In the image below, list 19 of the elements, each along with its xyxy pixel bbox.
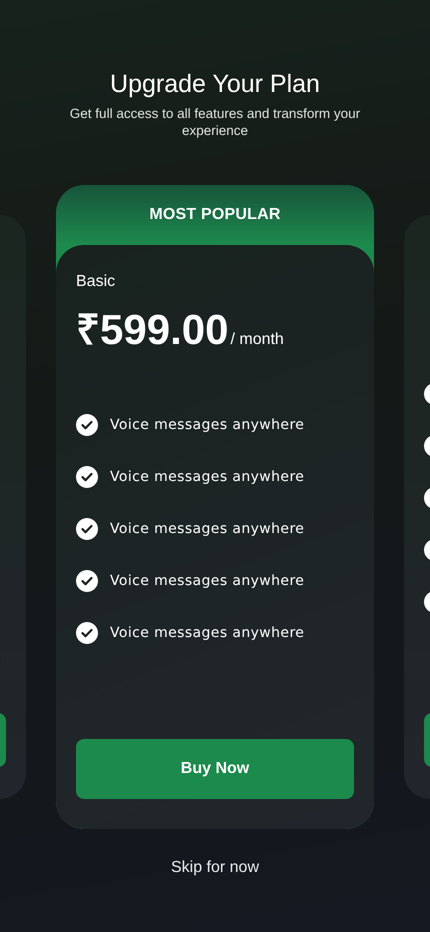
feature-text: Voice messages anywhere: [110, 521, 304, 537]
check-icon: [76, 570, 98, 592]
page-title: Upgrade Your Plan: [110, 70, 320, 99]
billing-period: / month: [230, 331, 284, 349]
skip-link[interactable]: Skip for now: [170, 859, 260, 877]
check-icon: [76, 414, 98, 436]
feature-text: Voice messages anywhere: [110, 625, 304, 641]
popular-label: MOST POPULAR: [149, 206, 281, 224]
feature-text: Voice messages anywhere: [110, 417, 304, 433]
feature-text: Voice messages anywhere: [110, 573, 304, 589]
feature-text: Voice messages anywhere: [110, 469, 304, 485]
plan-price: ₹599.00: [76, 305, 228, 355]
plan-card[interactable]: MOST POPULAR Basic ₹599.00/ month Voice messages anywhere Voice messages anywhere Voice messages anywhere Voice messages anywhere Voice messages anywhere Buy Now: [56, 185, 374, 829]
check-icon: [76, 622, 98, 644]
plan-name: Basic: [76, 273, 116, 291]
check-icon: [76, 518, 98, 540]
buy-button[interactable]: Buy Now: [76, 739, 354, 799]
check-icon: [76, 466, 98, 488]
page-subtitle: Get full access to all features and transform your experience: [68, 105, 362, 139]
